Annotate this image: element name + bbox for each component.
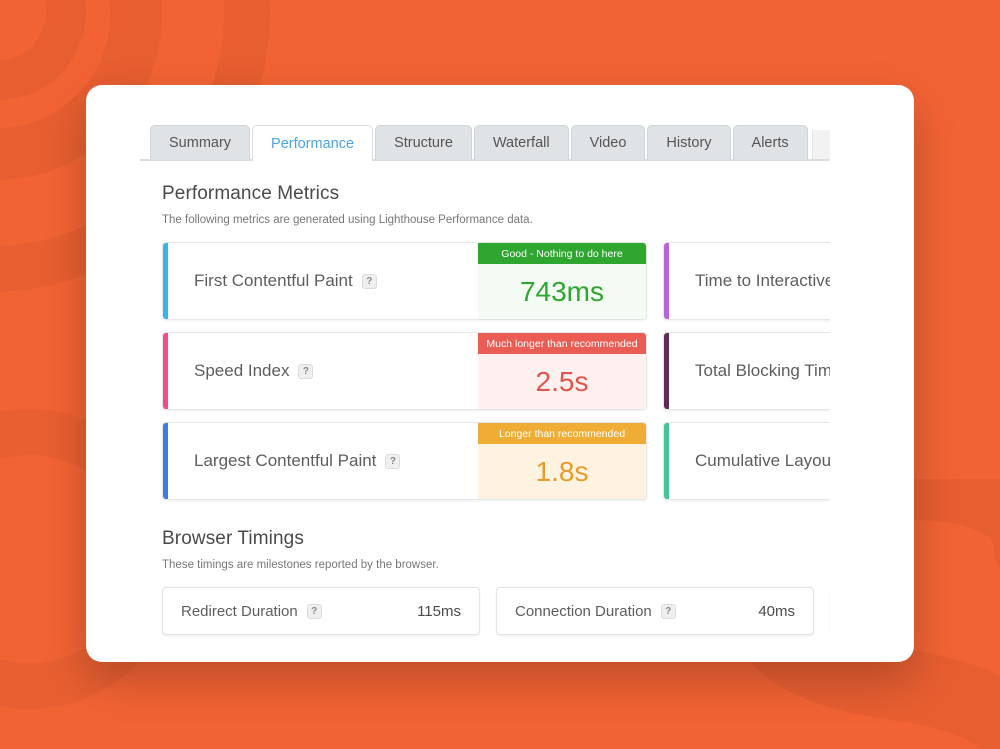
timing-label: Connection Duration ? — [515, 603, 676, 620]
tab-label: Summary — [169, 135, 232, 151]
metric-status-badge: Good - Nothing to do here — [478, 243, 646, 264]
help-icon[interactable]: ? — [298, 363, 314, 379]
metric-label-text: Largest Contentful Paint — [194, 451, 377, 470]
report-content: Performance Metrics The following metric… — [140, 161, 830, 635]
tab-label: Waterfall — [492, 135, 550, 151]
tab-video[interactable]: Video — [570, 125, 646, 160]
metric-card-first-contentful-paint[interactable]: First Contentful Paint ? Good - Nothing … — [162, 242, 647, 320]
timing-label-text: Redirect Duration — [181, 602, 298, 620]
timing-value: 115ms — [417, 602, 461, 620]
browser-window: Summary Performance Structure Waterfall … — [86, 85, 914, 662]
metric-label-text: Total Blocking Time — [695, 361, 830, 380]
tab-label: Alerts — [751, 135, 789, 151]
metric-value-box: Much longer than recommended 2.5s — [478, 333, 646, 409]
metric-card-cumulative-layout-shift[interactable]: Cumulative Layout Shift ? — [663, 422, 830, 500]
metric-card-speed-index[interactable]: Speed Index ? Much longer than recommend… — [162, 332, 647, 410]
metric-label: First Contentful Paint ? — [168, 243, 478, 319]
help-icon[interactable]: ? — [660, 603, 676, 619]
tab-waterfall[interactable]: Waterfall — [473, 125, 569, 160]
metric-label: Speed Index ? — [168, 333, 478, 409]
metric-label: Total Blocking Time ? — [669, 333, 830, 409]
tab-bar-filler — [811, 130, 830, 160]
browser-timings-subtitle: These timings are milestones reported by… — [162, 559, 439, 571]
tab-alerts[interactable]: Alerts — [732, 125, 808, 160]
metric-label: Largest Contentful Paint ? — [168, 423, 478, 499]
metric-value-box: Longer than recommended 1.8s — [478, 423, 646, 499]
metric-value: 743ms — [519, 275, 605, 307]
tab-bar: Summary Performance Structure Waterfall … — [140, 125, 830, 161]
tab-label: History — [666, 135, 712, 151]
timing-label-text: Connection Duration — [515, 602, 652, 620]
metric-card-total-blocking-time[interactable]: Total Blocking Time ? — [663, 332, 830, 410]
tab-performance[interactable]: Performance — [252, 125, 374, 161]
metric-value: 2.5s — [535, 365, 589, 397]
metric-label: Time to Interactive ? — [669, 243, 830, 319]
tab-label: Structure — [394, 135, 453, 151]
metric-label: Cumulative Layout Shift ? — [669, 423, 830, 499]
metric-value-box: Good - Nothing to do here 743ms — [478, 243, 646, 319]
tab-label: Video — [589, 135, 627, 151]
tab-summary[interactable]: Summary — [150, 125, 251, 160]
report-page: Summary Performance Structure Waterfall … — [140, 125, 830, 637]
timing-card-redirect-duration[interactable]: Redirect Duration ? 115ms — [162, 587, 480, 635]
timing-value: 40ms — [758, 602, 795, 620]
timing-label: Redirect Duration ? — [181, 603, 322, 620]
performance-metrics-subtitle: The following metrics are generated usin… — [162, 214, 533, 226]
tab-label: Performance — [271, 135, 355, 152]
page-viewport: Summary Performance Structure Waterfall … — [140, 125, 830, 637]
metric-value: 1.8s — [535, 455, 589, 487]
performance-metrics-grid: First Contentful Paint ? Good - Nothing … — [162, 242, 830, 500]
browser-timings-header: Browser Timings These timings are milest… — [162, 528, 830, 571]
metric-card-largest-contentful-paint[interactable]: Largest Contentful Paint ? Longer than r… — [162, 422, 647, 500]
metric-label-text: Cumulative Layout Shift — [695, 451, 830, 470]
help-icon[interactable]: ? — [306, 603, 322, 619]
browser-timings-title: Browser Timings — [162, 528, 304, 549]
metric-label-text: Time to Interactive — [695, 271, 830, 290]
metric-status-badge: Longer than recommended — [478, 423, 646, 444]
metric-card-time-to-interactive[interactable]: Time to Interactive ? — [663, 242, 830, 320]
timing-card-connection-duration[interactable]: Connection Duration ? 40ms — [496, 587, 814, 635]
help-icon[interactable]: ? — [361, 273, 377, 289]
metric-label-text: First Contentful Paint — [194, 271, 353, 290]
metric-label-text: Speed Index — [194, 361, 290, 380]
help-icon[interactable]: ? — [385, 453, 401, 469]
browser-timings-grid: Redirect Duration ? 115ms Connection Dur… — [162, 587, 830, 635]
tab-history[interactable]: History — [647, 125, 731, 160]
tab-structure[interactable]: Structure — [375, 125, 472, 160]
performance-metrics-title: Performance Metrics — [162, 183, 340, 204]
metric-status-badge: Much longer than recommended — [478, 333, 646, 354]
